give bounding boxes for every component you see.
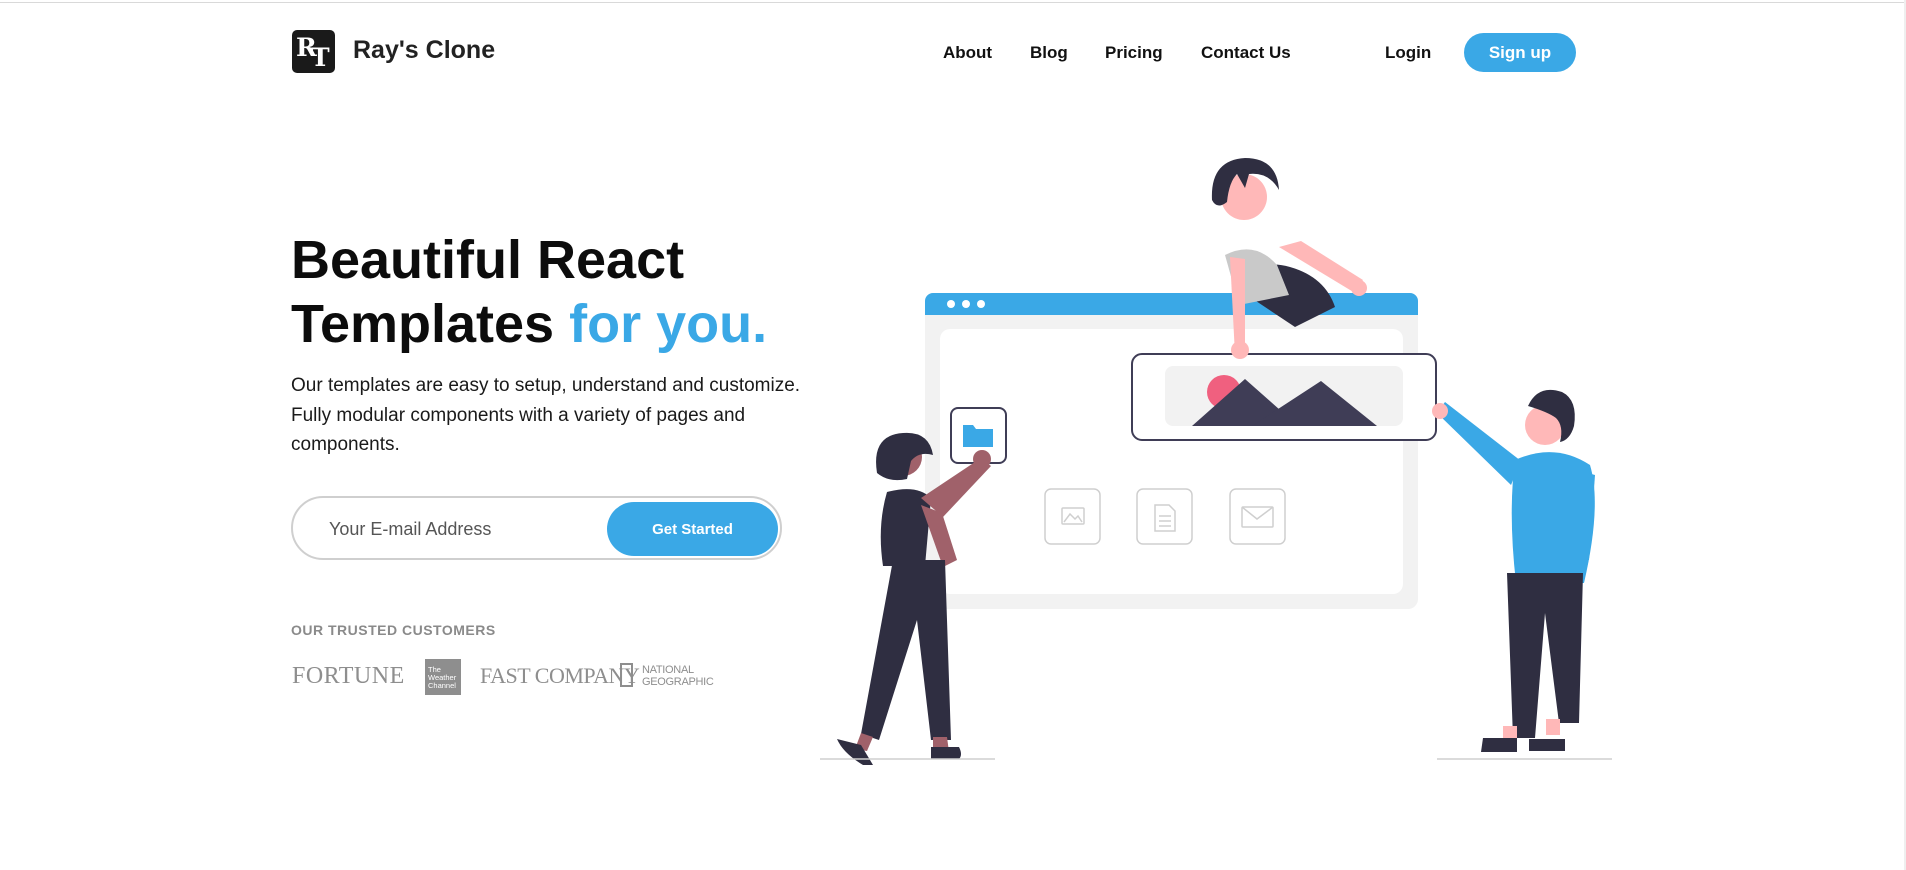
window-dot-icon (977, 300, 985, 308)
window-dot-icon (947, 300, 955, 308)
hero-title-accent: for you. (569, 294, 768, 354)
fast-company-logo: FAST COMPANY (480, 663, 640, 688)
logo[interactable]: R T (292, 30, 335, 73)
nav-blog[interactable]: Blog (1030, 43, 1068, 63)
weather-channel-logo: The Weather Channel (425, 659, 461, 695)
nav-about[interactable]: About (943, 43, 992, 63)
signup-button[interactable]: Sign up (1464, 33, 1576, 72)
fortune-logo: FORTUNE (292, 663, 405, 689)
hero-description-line: Our templates are easy to setup, underst… (291, 375, 801, 396)
national-geographic-logo: NATIONAL GEOGRAPHIC (620, 662, 720, 694)
nav-pricing[interactable]: Pricing (1105, 43, 1163, 63)
natgeo-text: NATIONAL GEOGRAPHIC (642, 664, 714, 688)
nav-login[interactable]: Login (1385, 43, 1431, 63)
hero-illustration (820, 158, 1612, 765)
weather-logo-line: Channel (428, 681, 456, 690)
natgeo-line: NATIONAL (642, 664, 694, 676)
window-dot-icon (962, 300, 970, 308)
brand-name[interactable]: Ray's Clone (353, 36, 495, 65)
subscribe-form: Get Started (291, 496, 782, 560)
nav-contact-us[interactable]: Contact Us (1201, 43, 1291, 63)
hero-description-line: components. (291, 434, 400, 455)
hero-title-line2: Templates (291, 294, 570, 354)
trusted-customers-heading: OUR TRUSTED CUSTOMERS (291, 622, 496, 638)
hero-title: Beautiful React Templates for you. (291, 228, 851, 356)
hero-description-line: Fully modular components with a variety … (291, 404, 746, 426)
image-card (1131, 353, 1437, 441)
top-border (0, 2, 1906, 3)
email-input[interactable] (327, 514, 591, 544)
hero-description: Our templates are easy to setup, underst… (291, 371, 851, 460)
hero-title-line1: Beautiful React (291, 230, 685, 290)
man-right-figure (1432, 389, 1612, 760)
get-started-button[interactable]: Get Started (607, 502, 778, 556)
natgeo-line: GEOGRAPHIC (642, 676, 714, 688)
natgeo-frame-icon (620, 663, 633, 687)
logo-letter-t: T (311, 43, 330, 72)
